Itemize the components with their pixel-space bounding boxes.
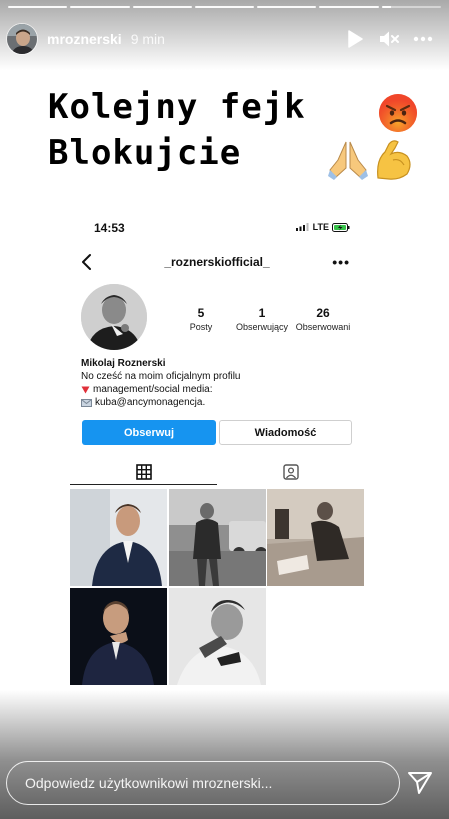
progress-segment: [70, 6, 130, 8]
profile-nav-bar: _roznerskiofficial_ •••: [70, 250, 364, 274]
stat-followers-count: 1: [258, 306, 266, 320]
progress-segment: [319, 6, 379, 8]
avatar[interactable]: [6, 23, 38, 55]
story-time: 9 min: [130, 31, 165, 47]
caption-line: Kolejny fejk: [48, 87, 306, 127]
more-options-button[interactable]: [407, 23, 439, 55]
progress-segment: [257, 6, 317, 8]
story-username[interactable]: mroznerski: [47, 31, 122, 47]
profile-picture: [81, 284, 147, 350]
bio-line-email: kuba@ancymonagencja.: [81, 396, 351, 409]
play-button[interactable]: [339, 23, 371, 55]
stat-posts-label: Posty: [189, 322, 213, 332]
play-icon: [348, 30, 363, 48]
stat-posts-count: 5: [197, 306, 205, 320]
profile-name: Mikolaj Roznerski: [81, 358, 166, 369]
active-tab-indicator: [70, 484, 217, 485]
bio-line: management/social media:: [93, 384, 213, 395]
message-button[interactable]: Wiadomość: [219, 420, 352, 445]
send-icon[interactable]: [406, 770, 434, 796]
signal-icon: [295, 223, 309, 231]
profile-tabs: [70, 458, 364, 486]
stat-following-label: Obserwowani: [295, 322, 351, 332]
more-options-icon[interactable]: •••: [332, 254, 350, 270]
grid-icon: [135, 464, 152, 480]
flexed-biceps-icon: [377, 140, 411, 180]
stat-followers-label: Obserwujący: [235, 322, 289, 332]
email-icon: [81, 398, 92, 407]
status-right: LTE: [295, 222, 350, 232]
post-thumbnail[interactable]: [169, 489, 266, 586]
bio-line[interactable]: kuba@ancymonagencja.: [95, 396, 205, 409]
progress-segment: [8, 6, 68, 8]
story-header: mroznerski 9 min: [6, 20, 439, 58]
folded-hands-icon: [328, 141, 368, 180]
angry-face-icon: [379, 94, 417, 132]
caption-line: Blokujcie: [48, 133, 242, 173]
stat-following[interactable]: 26 Obserwowani: [292, 306, 354, 332]
tab-grid[interactable]: [70, 458, 217, 486]
progress-segment-current: [381, 6, 441, 8]
status-time: 14:53: [94, 221, 125, 235]
network-label: LTE: [312, 222, 329, 232]
story-caption: Kolejny fejk Blokujcie: [48, 84, 306, 176]
stat-posts[interactable]: 5 Posty: [186, 306, 216, 332]
bio-line-management: management/social media:: [81, 383, 351, 396]
status-bar: 14:53 LTE: [70, 218, 364, 238]
more-horizontal-icon: [413, 36, 433, 42]
post-thumbnail[interactable]: [169, 588, 266, 685]
story-progress-bar: [8, 6, 441, 8]
post-thumbnail[interactable]: [70, 489, 167, 586]
follow-button[interactable]: Obserwuj: [82, 420, 216, 445]
tagged-person-icon: [282, 464, 299, 480]
muted-speaker-icon: [380, 31, 399, 47]
profile-handle: _roznerskiofficial_: [164, 255, 270, 269]
post-thumbnail[interactable]: [70, 588, 167, 685]
red-triangle-down-icon: [81, 386, 90, 393]
embedded-profile-screenshot: 14:53 LTE _roznerskiofficial_ ••• 5 Post…: [70, 210, 364, 688]
post-thumbnail[interactable]: [267, 489, 364, 586]
progress-segment: [194, 6, 255, 8]
reply-input[interactable]: Odpowiedz użytkownikowi mroznerski...: [6, 761, 400, 805]
mute-button[interactable]: [373, 23, 405, 55]
profile-bio: Mikolaj Roznerski No cześć na moim oficj…: [81, 357, 351, 409]
tab-tagged[interactable]: [217, 458, 364, 486]
stat-following-count: 26: [316, 306, 330, 320]
progress-segment: [132, 6, 192, 8]
battery-charging-icon: [332, 222, 350, 232]
stat-followers[interactable]: 1 Obserwujący: [232, 306, 292, 332]
bio-line: No cześć na moim oficjalnym profilu: [81, 371, 241, 382]
posts-grid: [70, 489, 364, 687]
story-viewer: mroznerski 9 min Kolejny fejk Blokujcie: [0, 0, 449, 819]
